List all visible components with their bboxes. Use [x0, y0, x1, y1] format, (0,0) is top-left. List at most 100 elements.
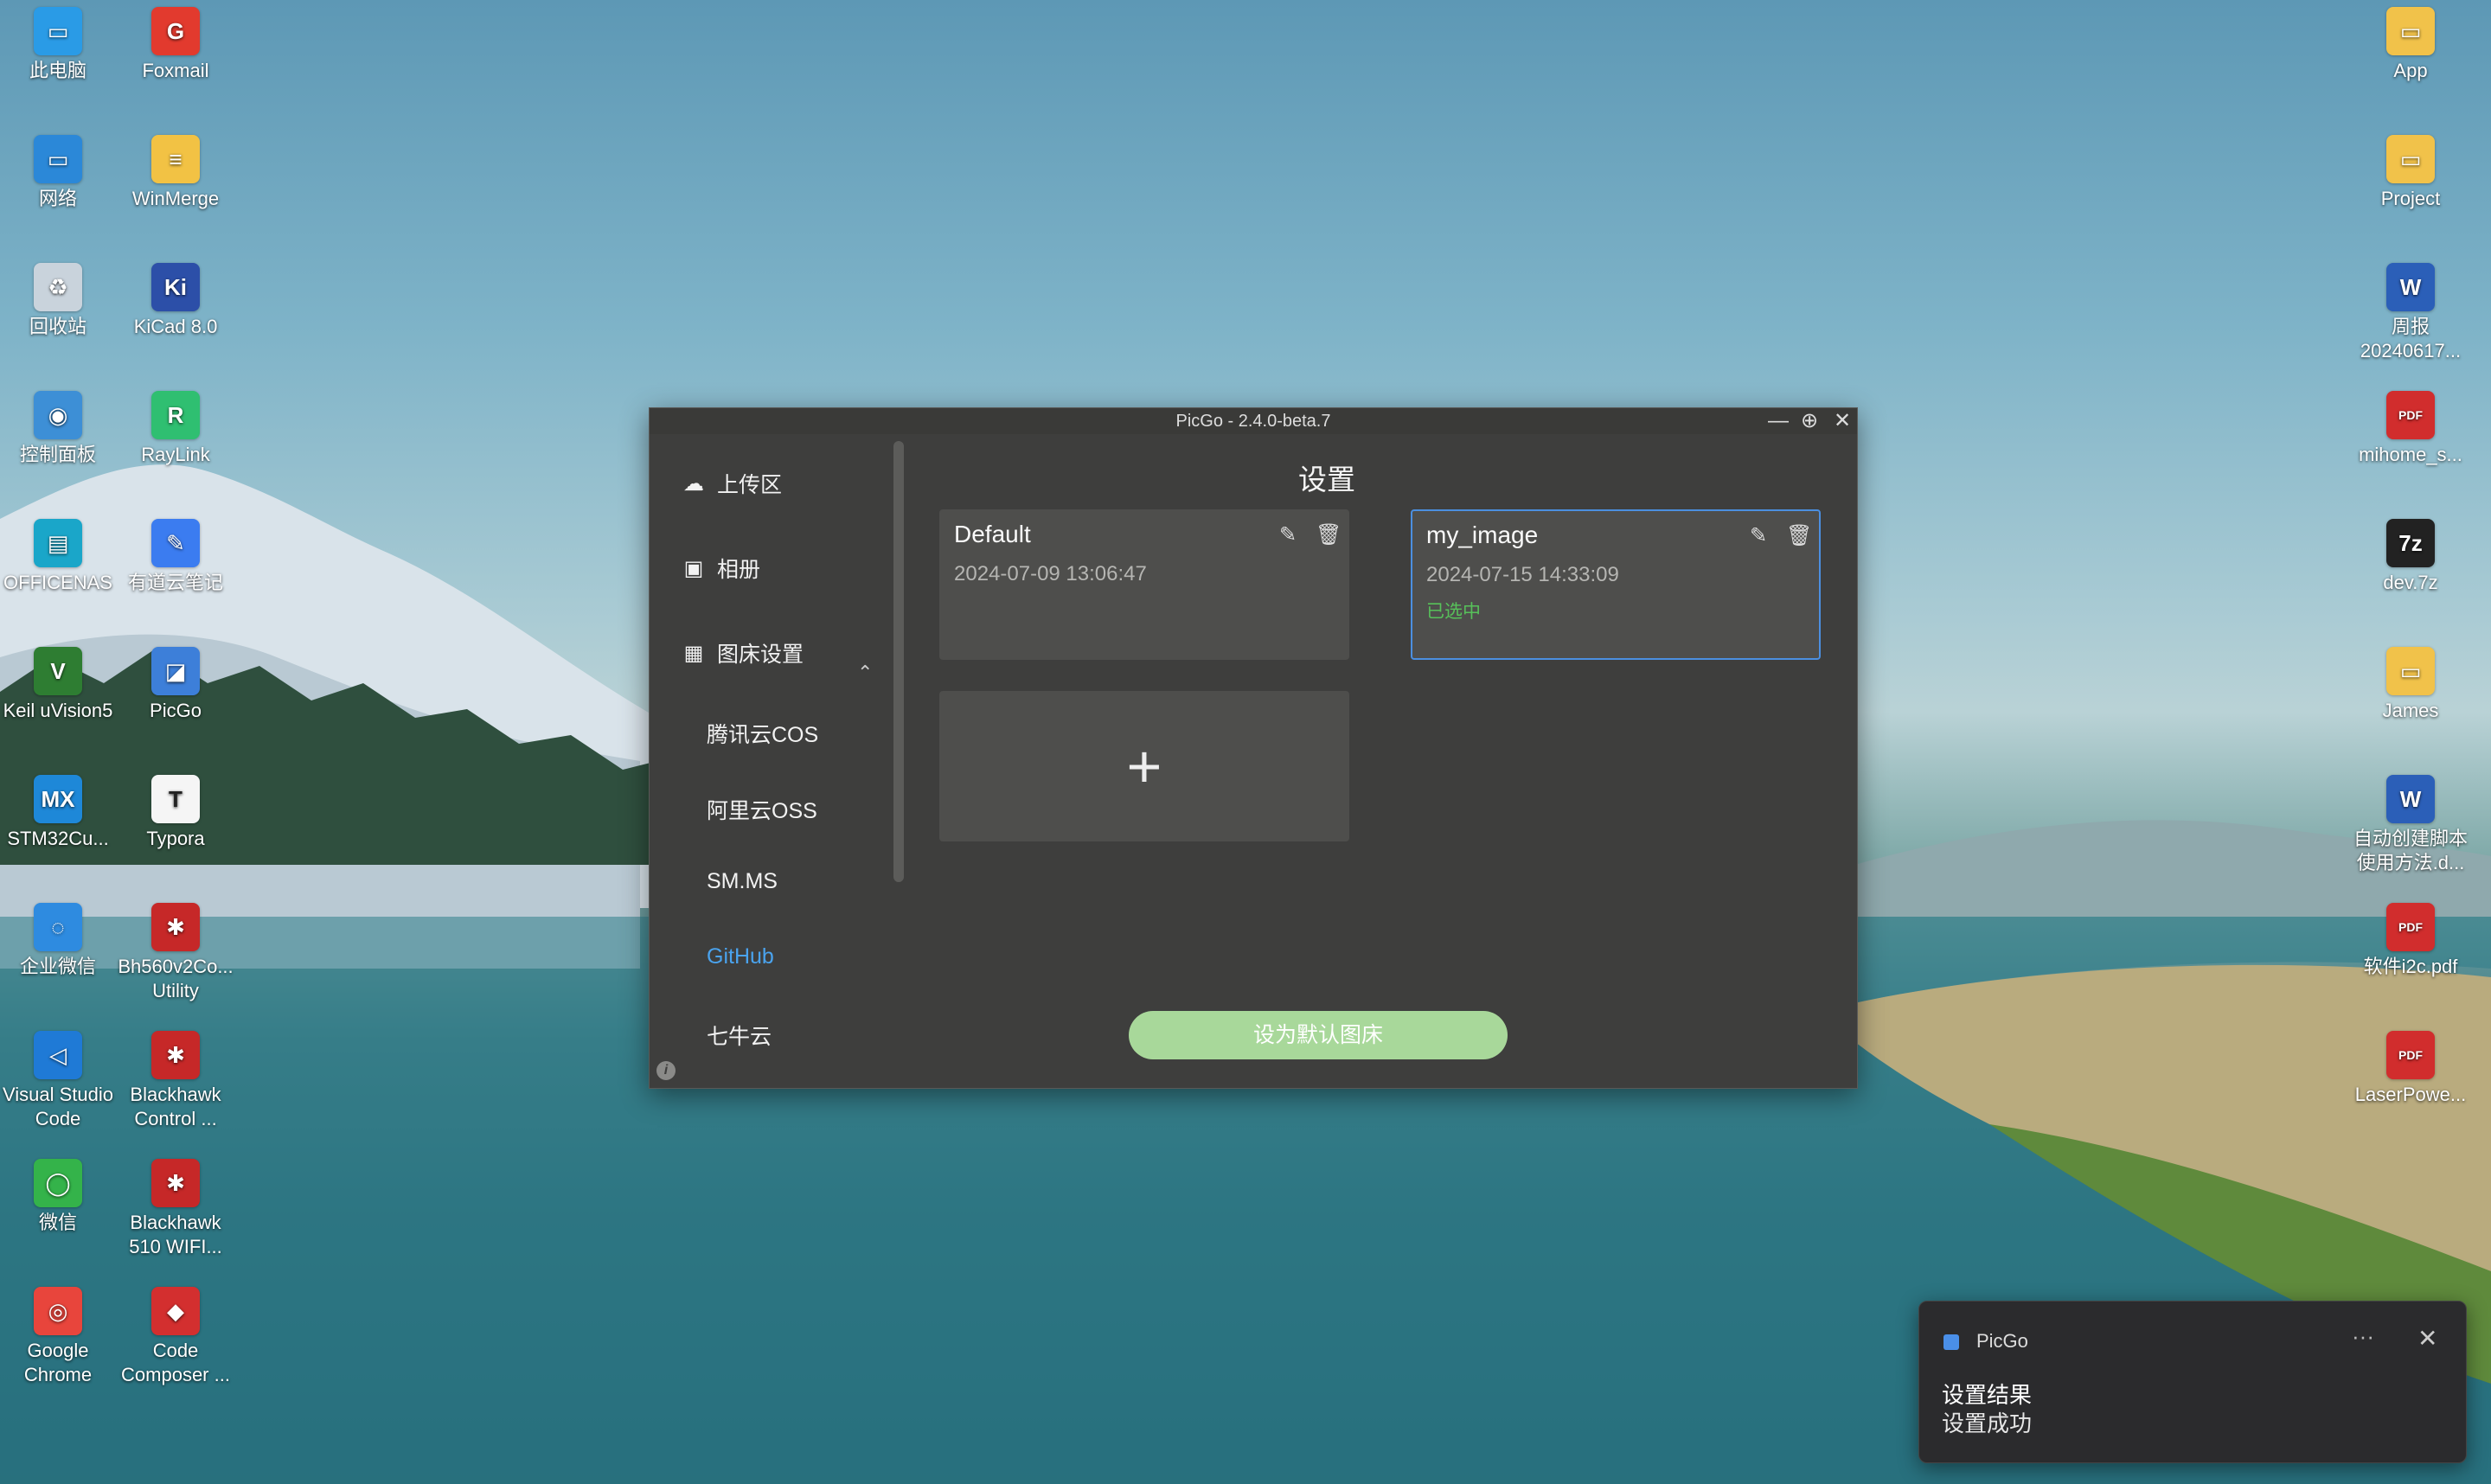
- kicad-icon: Ki: [151, 263, 200, 311]
- desktop-icon[interactable]: ▭ James: [2350, 647, 2471, 723]
- sub-nav-tencent-cos[interactable]: 腾讯云COS: [707, 718, 818, 749]
- blackhawk-wifi-icon: ✱: [151, 1159, 200, 1207]
- desktop-icon-label: Blackhawk 510 WIFI...: [129, 1212, 222, 1257]
- desktop-icon[interactable]: G Foxmail: [115, 7, 236, 83]
- desktop-icon-label: 控制面板: [19, 444, 96, 465]
- desktop-icon-label: Keil uVision5: [3, 700, 113, 721]
- pdf-icon: PDF: [2386, 1031, 2435, 1079]
- desktop-icon-label: App: [2393, 60, 2428, 81]
- word-doc-icon: W: [2386, 263, 2435, 311]
- desktop-icon[interactable]: ▭ 此电脑: [0, 7, 118, 83]
- blackhawk-control-icon: ✱: [151, 1031, 200, 1079]
- desktop-icon[interactable]: V Keil uVision5: [0, 647, 118, 723]
- sub-nav-qiniu[interactable]: 七牛云: [707, 1020, 772, 1051]
- desktop-icon[interactable]: ◁ Visual Studio Code: [0, 1031, 118, 1131]
- minimize-button[interactable]: —: [1762, 408, 1795, 434]
- desktop-icon[interactable]: ◯ 微信: [0, 1159, 118, 1235]
- desktop-icon-label: Foxmail: [142, 60, 209, 81]
- desktop-icon-label: Typora: [146, 828, 205, 849]
- nav-picbed-label: 图床设置: [717, 643, 804, 667]
- config-name: my_image: [1426, 521, 1539, 548]
- desktop-icon-label: 有道云笔记: [127, 572, 223, 593]
- desktop-icon-label: KiCad 8.0: [133, 316, 218, 337]
- desktop-icon[interactable]: ▭ 网络: [0, 135, 118, 211]
- edit-icon[interactable]: ✎: [1750, 523, 1767, 548]
- desktop-icon[interactable]: ◌ 企业微信: [0, 903, 118, 979]
- recycle-bin-icon: ♻: [34, 263, 82, 311]
- toast-title: 设置结果: [1942, 1382, 2033, 1408]
- desktop-icon[interactable]: ▤ OFFICENAS: [0, 519, 118, 595]
- config-card-default[interactable]: Default 2024-07-09 13:06:47 ✎ 🗑: [939, 509, 1349, 660]
- desktop-icon-label: RayLink: [141, 444, 210, 465]
- word-doc-icon: W: [2386, 775, 2435, 823]
- desktop-icon-label: WinMerge: [131, 188, 220, 209]
- delete-icon[interactable]: 🗑: [1316, 522, 1342, 547]
- close-button[interactable]: ✕: [1826, 408, 1859, 434]
- desktop-icon-label: PicGo: [150, 700, 202, 721]
- desktop-icon-label: 软件i2c.pdf: [2363, 956, 2458, 977]
- window-titlebar[interactable]: PicGo - 2.4.0-beta.7: [650, 408, 1857, 434]
- desktop-icon-label: 回收站: [29, 316, 86, 337]
- pdf-icon: PDF: [2386, 903, 2435, 951]
- desktop-icon[interactable]: ◪ PicGo: [115, 647, 236, 723]
- info-icon[interactable]: i: [656, 1061, 676, 1080]
- sidebar-scrollbar[interactable]: [893, 441, 904, 882]
- image-icon: ▣: [683, 556, 704, 580]
- config-card-my-image[interactable]: my_image 2024-07-15 14:33:09 已选中 ✎ 🗑: [1411, 509, 1821, 660]
- set-default-picbed-button[interactable]: 设为默认图床: [1129, 1011, 1508, 1059]
- nav-gallery[interactable]: ▣ 相册: [681, 553, 760, 584]
- youdao-note-icon: ✎: [151, 519, 200, 567]
- folder-icon: ▭: [2386, 7, 2435, 55]
- desktop-icon[interactable]: R RayLink: [115, 391, 236, 467]
- config-date: 2024-07-09 13:06:47: [954, 562, 1147, 585]
- desktop-icon[interactable]: PDF mihome_s...: [2350, 391, 2471, 467]
- toast-message: 设置成功: [1942, 1410, 2033, 1436]
- desktop-icon[interactable]: ✱ Bh560v2Co... Utility: [115, 903, 236, 1003]
- desktop-icon[interactable]: W 自动创建脚本 使用方法.d...: [2350, 775, 2471, 875]
- desktop-icon[interactable]: T Typora: [115, 775, 236, 851]
- pin-icon: ⊕: [1800, 409, 1819, 432]
- page-title: 设置: [1298, 464, 1355, 496]
- desktop-icon[interactable]: ✱ Blackhawk Control ...: [115, 1031, 236, 1131]
- officenas-icon: ▤: [34, 519, 82, 567]
- sub-nav-aliyun-oss[interactable]: 阿里云OSS: [707, 794, 817, 825]
- picgo-app-icon: [1943, 1334, 1959, 1350]
- picgo-window: PicGo - 2.4.0-beta.7 — ⊕ ✕ ☁ 上传区 ▣ 相册 ▦ …: [649, 407, 1858, 1089]
- desktop-icon-label: 微信: [38, 1212, 77, 1233]
- desktop-icon[interactable]: ▭ Project: [2350, 135, 2471, 211]
- pin-button[interactable]: ⊕: [1793, 408, 1826, 434]
- delete-icon[interactable]: 🗑: [1786, 523, 1812, 548]
- control-panel-icon: ◉: [34, 391, 82, 439]
- desktop-icon[interactable]: Ki KiCad 8.0: [115, 263, 236, 339]
- sidebar: ☁ 上传区 ▣ 相册 ▦ 图床设置 ⌃ 腾讯云COS 阿里云OSS SM.MS …: [650, 434, 893, 1088]
- desktop-icon[interactable]: ◆ Code Composer ...: [115, 1287, 236, 1387]
- more-options-icon[interactable]: ···: [2352, 1323, 2374, 1350]
- desktop-icon[interactable]: ✱ Blackhawk 510 WIFI...: [115, 1159, 236, 1259]
- toast-app-name: PicGo: [1976, 1330, 2028, 1352]
- edit-icon[interactable]: ✎: [1279, 522, 1297, 547]
- desktop-icon[interactable]: W 周报 20240617...: [2350, 263, 2471, 363]
- sub-nav-github[interactable]: GitHub: [707, 944, 774, 969]
- desktop-icon[interactable]: ✎ 有道云笔记: [115, 519, 236, 595]
- desktop-icon[interactable]: PDF LaserPowe...: [2350, 1031, 2471, 1107]
- add-config-button[interactable]: +: [939, 691, 1349, 841]
- wechat-icon: ◯: [34, 1159, 82, 1207]
- sub-nav-smms[interactable]: SM.MS: [707, 869, 778, 894]
- desktop-icon-label: Code Composer ...: [121, 1340, 230, 1385]
- desktop-icon[interactable]: ◉ 控制面板: [0, 391, 118, 467]
- toast-close-icon[interactable]: ✕: [2417, 1324, 2437, 1353]
- desktop-icon[interactable]: ▭ App: [2350, 7, 2471, 83]
- desktop-icon[interactable]: MX STM32Cu...: [0, 775, 118, 851]
- desktop-icon[interactable]: ◎ Google Chrome: [0, 1287, 118, 1387]
- desktop-icon-label: mihome_s...: [2359, 444, 2462, 465]
- nav-picbed-settings[interactable]: ▦ 图床设置: [681, 637, 804, 668]
- desktop-icon[interactable]: ≡ WinMerge: [115, 135, 236, 211]
- desktop-icon[interactable]: PDF 软件i2c.pdf: [2350, 903, 2471, 979]
- raylink-icon: R: [151, 391, 200, 439]
- desktop-icon[interactable]: 7z dev.7z: [2350, 519, 2471, 595]
- desktop-icon[interactable]: ♻ 回收站: [0, 263, 118, 339]
- window-title: PicGo - 2.4.0-beta.7: [1175, 412, 1331, 431]
- chevron-up-icon[interactable]: ⌃: [857, 662, 873, 684]
- notification-toast[interactable]: PicGo ··· ✕ 设置结果 设置成功: [1918, 1301, 2467, 1463]
- winmerge-icon: ≡: [151, 135, 200, 183]
